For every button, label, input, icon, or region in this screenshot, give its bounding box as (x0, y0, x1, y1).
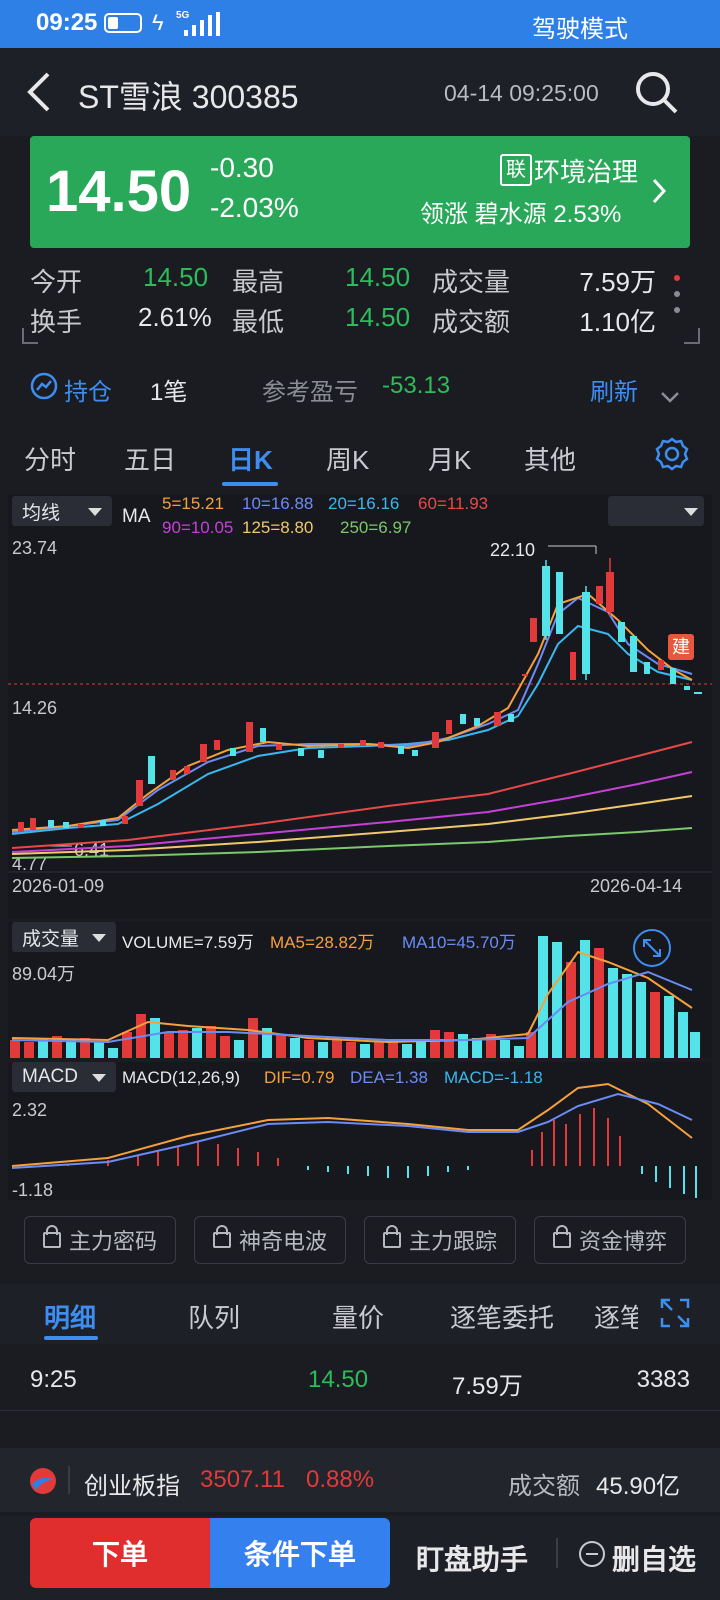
lock-button-label: 神奇电波 (238, 1229, 327, 1254)
divider (68, 1466, 70, 1494)
index-bar[interactable]: 创业板指 3507.11 0.88% 成交额 45.90亿 (0, 1448, 720, 1512)
tab-indicator (222, 482, 278, 486)
tab-detail[interactable]: 明细 (44, 1298, 96, 1335)
trade-count: 3383 (636, 1366, 690, 1393)
low-value: 14.50 (345, 302, 411, 332)
lock-button-label: 主力跟踪 (408, 1229, 497, 1254)
open-label: 今开 (30, 267, 83, 297)
detail-tabs: 明细 队列 量价 逐笔委托 逐笔 (0, 1284, 720, 1344)
stock-title: ST雪浪 300385 (78, 79, 299, 115)
tab-month-k[interactable]: 月K (428, 440, 471, 477)
stats-grid: 今开 14.50 最高 14.50 成交量 7.59万 换手 2.61% 最低 … (0, 256, 720, 346)
open-value: 14.50 (143, 262, 209, 292)
amount-label: 成交额 (432, 307, 511, 337)
volume-label: 成交量 (432, 267, 511, 297)
chevron-right-icon[interactable] (652, 178, 667, 209)
trade-time: 9:25 (30, 1366, 77, 1393)
order-button-label: 下单 (91, 1539, 148, 1570)
lock-button-label: 主力密码 (68, 1229, 157, 1254)
index-value: 3507.11 (200, 1466, 285, 1493)
trade-price: 14.50 (308, 1366, 369, 1393)
volume-value: 7.59万 (579, 267, 656, 297)
lock-icon (552, 1225, 571, 1248)
tab-queue[interactable]: 队列 (188, 1298, 240, 1335)
kline-svg (8, 545, 712, 873)
pl-value: -53.13 (382, 372, 451, 399)
refresh-button[interactable]: 刷新 (590, 372, 638, 407)
sector-leader[interactable]: 领涨 碧水源 2.53% (420, 194, 621, 229)
position-label[interactable]: 持仓 (64, 372, 112, 407)
settings-gear-icon[interactable] (654, 436, 690, 479)
position-row: 持仓 1笔 参考盈亏 -53.13 刷新 (0, 356, 720, 416)
watch-helper-button[interactable]: 盯盘助手 (416, 1538, 528, 1578)
detail-tab-indicator (44, 1336, 98, 1340)
corner-bracket-icon (684, 328, 700, 344)
tab-volume-price[interactable]: 量价 (332, 1298, 384, 1335)
chart-tabs: 分时 五日 日K 周K 月K 其他 (0, 424, 720, 490)
back-icon[interactable] (26, 72, 52, 117)
remove-favorite-icon[interactable] (578, 1540, 606, 1573)
lock-button-magic-wave[interactable]: 神奇电波 (194, 1216, 346, 1264)
more-dots-icon[interactable] (672, 272, 682, 316)
tab-trade-by-trade[interactable]: 逐笔 (594, 1298, 638, 1335)
volume-svg (10, 936, 700, 1058)
pl-label: 参考盈亏 (262, 379, 358, 406)
index-logo-icon (28, 1466, 58, 1503)
high-value: 14.50 (345, 262, 411, 292)
remove-favorite-button[interactable]: 删自选 (612, 1538, 696, 1578)
tab-minute[interactable]: 分时 (24, 440, 76, 477)
fullscreen-icon[interactable] (660, 1298, 690, 1335)
index-amount: 45.90亿 (596, 1473, 681, 1500)
lock-button-main-code[interactable]: 主力密码 (24, 1216, 176, 1264)
stock-header: ST雪浪 300385 04-14 09:25:00 (0, 48, 720, 136)
turnover-value: 2.61% (138, 302, 212, 332)
conditional-order-button[interactable]: 条件下单 (210, 1518, 390, 1588)
order-button[interactable]: 下单 (30, 1518, 210, 1588)
tab-week-k[interactable]: 周K (326, 440, 369, 477)
lock-icon (212, 1225, 231, 1248)
tab-order-by-order[interactable]: 逐笔委托 (450, 1298, 554, 1335)
price-panel: 14.50 -0.30 -2.03% 联 环境治理 领涨 碧水源 2.53% (30, 136, 690, 248)
trend-icon[interactable] (30, 372, 58, 407)
tab-five-day[interactable]: 五日 (124, 440, 176, 477)
corner-bracket-icon (22, 328, 38, 344)
trade-volume: 7.59万 (452, 1373, 523, 1400)
current-price: 14.50 (46, 159, 192, 224)
quote-datetime: 04-14 09:25:00 (444, 80, 599, 106)
low-label: 最低 (232, 307, 285, 337)
divider (556, 1538, 558, 1568)
chevron-down-icon[interactable] (660, 382, 680, 410)
status-time: 09:25 (36, 9, 98, 36)
status-bar: 09:25 ϟ 5G 驾驶模式 (0, 0, 720, 48)
price-change: -0.30 (210, 152, 274, 183)
bottom-action-bar: 下单 条件下单 盯盘助手 删自选 (0, 1516, 720, 1600)
lock-button-fund-game[interactable]: 资金博弈 (534, 1216, 686, 1264)
lock-button-main-track[interactable]: 主力跟踪 (364, 1216, 516, 1264)
drive-mode-label[interactable]: 驾驶模式 (532, 9, 628, 44)
tab-other[interactable]: 其他 (524, 440, 576, 477)
sector-name[interactable]: 环境治理 (534, 152, 638, 189)
amount-value: 1.10亿 (579, 307, 656, 337)
position-count: 1笔 (150, 379, 188, 406)
lock-button-label: 资金博弈 (578, 1229, 667, 1254)
sector-badge: 联 (500, 154, 532, 186)
lock-icon (382, 1225, 401, 1248)
table-row: 9:25 14.50 7.59万 3383 (0, 1346, 720, 1411)
conditional-order-label: 条件下单 (243, 1539, 356, 1570)
search-icon[interactable] (634, 70, 680, 121)
high-label: 最高 (232, 267, 285, 297)
macd-panel[interactable]: MACD MACD(12,26,9) DIF=0.79 DEA=1.38 MAC… (8, 1062, 712, 1200)
battery-icon (104, 13, 142, 33)
macd-svg (11, 1082, 697, 1198)
kline-panel[interactable]: 均线 MA 5=15.21 10=16.88 20=16.16 60=11.93… (8, 494, 712, 918)
volume-panel[interactable]: 成交量 VOLUME=7.59万 MA5=28.82万 MA10=45.70万 … (8, 922, 712, 1058)
price-change-pct: -2.03% (210, 192, 299, 223)
index-name: 创业板指 (84, 1473, 180, 1500)
index-pct: 0.88% (306, 1466, 375, 1493)
lock-icon (42, 1225, 61, 1248)
signal-icon (178, 12, 222, 36)
tab-day-k[interactable]: 日K (228, 440, 273, 477)
index-amount-label: 成交额 (508, 1473, 580, 1500)
charging-icon: ϟ (152, 10, 164, 35)
